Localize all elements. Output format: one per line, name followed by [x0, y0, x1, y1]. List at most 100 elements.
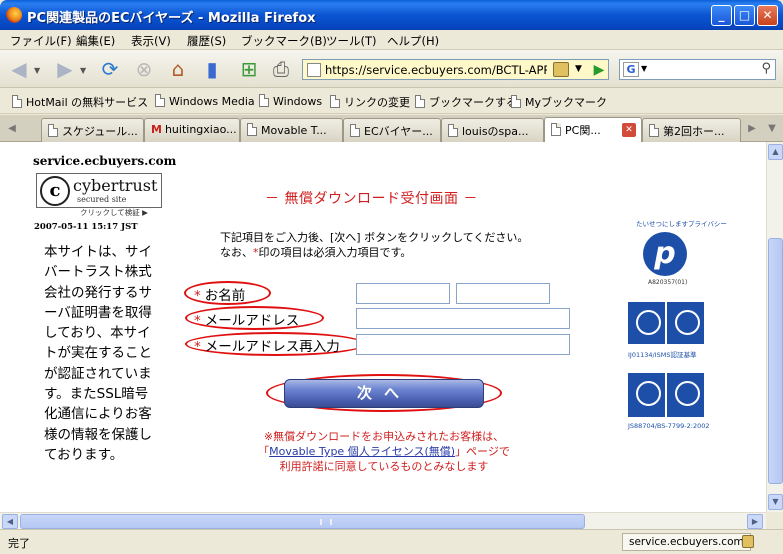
url-dropdown-chevron-icon[interactable]: ▼ [575, 64, 582, 74]
search-engine-chevron-icon[interactable]: ▼ [641, 64, 647, 73]
status-lock-icon[interactable] [742, 535, 754, 548]
scroll-down-arrow-icon[interactable]: ▼ [768, 494, 783, 510]
isms-logo-icon [628, 302, 665, 344]
menu-tools[interactable]: ツール(T) [326, 33, 377, 49]
title-bar: PC関連製品のECバイヤーズ - Mozilla Firefox _ □ ✕ [0, 0, 783, 30]
site-host-label: service.ecbuyers.com [33, 154, 177, 168]
jqa-logo-icon [628, 373, 665, 417]
privacy-mark-number: A820357(01) [648, 279, 688, 286]
bs7799-badge: JS88704/BS-7799-2:2002 [628, 373, 710, 430]
back-history-chevron-icon[interactable]: ▼ [34, 66, 40, 75]
print-icon[interactable]: ⎙ [268, 56, 294, 82]
tab-pc-active[interactable]: PC関... ✕ [544, 117, 642, 143]
tab-bar: ◀ スケジュール... Mhuitingxiao... Movable T...… [0, 115, 783, 143]
menu-bar: ファイル(F) 編集(E) 表示(V) 履歴(S) ブックマーク(B) ツール(… [0, 30, 783, 50]
home-icon[interactable]: ⌂ [165, 56, 191, 82]
next-button[interactable]: 次へ [284, 379, 484, 408]
ukas-logo-icon [667, 373, 704, 417]
maximize-button[interactable]: □ [734, 5, 755, 26]
scroll-up-arrow-icon[interactable]: ▲ [768, 144, 783, 160]
scroll-left-arrow-icon[interactable]: ◀ [2, 514, 18, 529]
vertical-scrollbar[interactable]: ▲ ▼ [766, 142, 783, 512]
menu-edit[interactable]: 編集(E) [76, 33, 115, 49]
new-tab-icon[interactable]: ⊞ [236, 56, 262, 82]
privacy-mark-caption: たいせつにしますプライバシー [636, 220, 727, 228]
search-box[interactable]: G ▼ ⚲ [619, 59, 776, 80]
jipdec-logo-icon [667, 302, 704, 344]
page-title: － 無償ダウンロード受付画面 － [265, 191, 478, 207]
forward-arrow-icon[interactable]: ▶ [52, 56, 78, 82]
bookmark-add[interactable]: ブックマークする [415, 94, 517, 110]
privacy-mark-icon: p [643, 232, 687, 276]
page-icon [415, 95, 425, 108]
cybertrust-sub: secured site [77, 195, 127, 204]
bookmarks-toolbar: HotMail の無料サービス Windows Media Windows リン… [0, 89, 783, 114]
firefox-icon [6, 7, 22, 23]
tab-ecbuyers[interactable]: ECバイヤー... [343, 118, 441, 142]
menu-view[interactable]: 表示(V) [131, 33, 171, 49]
scroll-right-arrow-icon[interactable]: ▶ [747, 514, 763, 529]
search-icon[interactable]: ⚲ [761, 61, 771, 76]
bookmark-links[interactable]: リンクの変更 [330, 94, 410, 110]
go-arrow-icon[interactable]: ▶ [590, 61, 608, 79]
privacy-mark: たいせつにしますプライバシー p A820357(01) [634, 218, 727, 288]
page-content: service.ecbuyers.com c cybertrust secure… [0, 142, 766, 512]
tab-scroll-right-icon[interactable]: ▶ [744, 121, 760, 137]
cert-timestamp: 2007-05-11 15:17 JST [34, 222, 138, 232]
isms-caption: IJ01134/ISMS認証基準 [628, 351, 697, 359]
url-text[interactable]: https://service.ecbuyers.com/BCTL-APP/a [325, 63, 547, 77]
tab-gmail[interactable]: Mhuitingxiao... [144, 118, 240, 142]
ssl-description: 本サイトは、サイバートラスト株式会社の発行するサーバ証明書を取得しており、本サイ… [44, 244, 152, 463]
window-title: PC関連製品のECバイヤーズ - Mozilla Firefox [27, 11, 316, 26]
bookmark-hotmail[interactable]: HotMail の無料サービス [12, 94, 148, 110]
tab-list-chevron-icon[interactable]: ▼ [764, 121, 780, 137]
back-arrow-icon[interactable]: ◀ [6, 56, 32, 82]
cybertrust-verify-link[interactable]: クリックして検証 ▶ [80, 207, 148, 218]
scroll-corner [766, 512, 783, 529]
status-host[interactable]: service.ecbuyers.com [622, 533, 751, 551]
bookmark-windows[interactable]: Windows [259, 94, 322, 108]
page-icon [12, 95, 22, 108]
bs7799-caption: JS88704/BS-7799-2:2002 [628, 422, 710, 430]
page-icon [259, 94, 269, 107]
tab-louis[interactable]: louisのspa... [441, 118, 544, 142]
email-confirm-label: * メールアドレス再入力 [194, 339, 340, 355]
cybertrust-seal[interactable]: c cybertrust secured site [36, 173, 162, 208]
page-icon [448, 124, 458, 137]
bookmarks-sidebar-icon[interactable]: ▮ [199, 56, 225, 82]
menu-history[interactable]: 履歴(S) [187, 33, 226, 49]
vertical-scroll-thumb[interactable] [768, 238, 783, 484]
license-notice: ※無償ダウンロードをお申込みされたお客様は、 「Movable Type 個人ラ… [258, 430, 510, 473]
license-link[interactable]: Movable Type 個人ライセンス(無償) [269, 445, 455, 458]
address-bar[interactable]: https://service.ecbuyers.com/BCTL-APP/a … [302, 59, 609, 80]
page-icon [350, 124, 360, 137]
horizontal-scroll-thumb[interactable] [20, 514, 585, 529]
status-bar: 完了 service.ecbuyers.com [0, 529, 783, 554]
menu-file[interactable]: ファイル(F) [10, 33, 72, 49]
bookmark-windows-media[interactable]: Windows Media [155, 94, 255, 108]
page-icon [511, 95, 521, 108]
email-confirm-input[interactable] [356, 334, 570, 355]
menu-help[interactable]: ヘルプ(H) [387, 33, 439, 49]
first-name-input[interactable] [456, 283, 550, 304]
email-input[interactable] [356, 308, 570, 329]
tab-schedule[interactable]: スケジュール... [41, 118, 144, 142]
tab-movable-type[interactable]: Movable T... [240, 118, 343, 142]
google-engine-icon[interactable]: G [623, 62, 639, 77]
cybertrust-logo-icon: c [40, 176, 70, 206]
tab-scroll-left-icon[interactable]: ◀ [4, 121, 20, 137]
minimize-button[interactable]: _ [711, 5, 732, 26]
stop-icon[interactable]: ⊗ [131, 56, 157, 82]
page-icon [330, 95, 340, 108]
page-icon [551, 123, 561, 136]
last-name-input[interactable] [356, 283, 450, 304]
close-tab-icon[interactable]: ✕ [622, 123, 636, 137]
tab-second-home[interactable]: 第2回ホー... [642, 118, 741, 142]
ssl-lock-icon[interactable] [553, 62, 569, 77]
forward-history-chevron-icon[interactable]: ▼ [80, 66, 86, 75]
horizontal-scrollbar[interactable]: ◀ ▶ [0, 512, 766, 529]
reload-icon[interactable]: ⟳ [97, 56, 123, 82]
menu-bookmarks[interactable]: ブックマーク(B) [241, 33, 327, 49]
close-button[interactable]: ✕ [757, 5, 778, 26]
bookmark-my[interactable]: Myブックマーク [511, 94, 607, 110]
